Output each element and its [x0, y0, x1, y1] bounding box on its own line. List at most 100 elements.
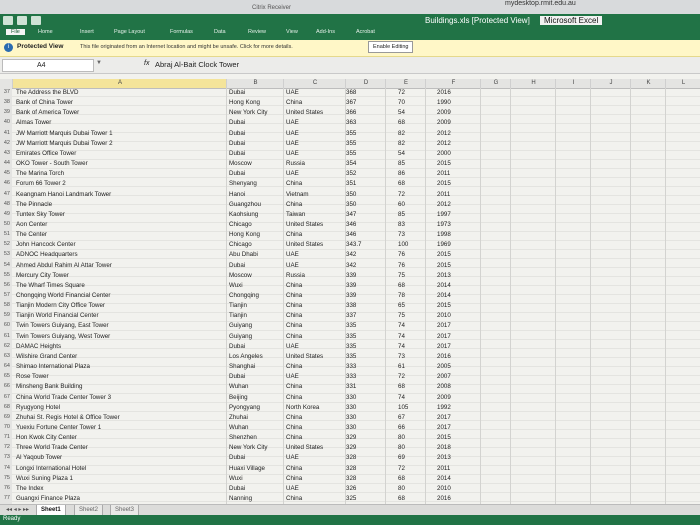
cell-city[interactable]: Dubai — [229, 261, 245, 270]
cell-floors[interactable]: 54 — [398, 149, 405, 158]
cell-floors[interactable]: 78 — [398, 291, 405, 300]
cell-height[interactable]: 350 — [346, 200, 356, 209]
cell-floors[interactable]: 85 — [398, 210, 405, 219]
cell-name[interactable]: Emirates Office Tower — [16, 149, 76, 158]
cell-city[interactable]: Chicago — [229, 220, 252, 229]
table-row[interactable]: 58 Tianjin Modern City Office Tower Tianji… — [0, 301, 700, 310]
cell-year[interactable]: 2015 — [437, 301, 451, 310]
cell-floors[interactable]: 66 — [398, 423, 405, 432]
table-row[interactable]: 55 Mercury City Tower Moscow Russia 339 75 201… — [0, 271, 700, 280]
cell-city[interactable]: Beijing — [229, 393, 248, 402]
cell-floors[interactable]: 76 — [398, 250, 405, 259]
cell-city[interactable]: Dubai — [229, 149, 245, 158]
cell-height[interactable]: 329 — [346, 433, 356, 442]
cell-city[interactable]: Shenyang — [229, 179, 257, 188]
cell-country[interactable]: China — [286, 413, 302, 422]
cell-height[interactable]: 343.7 — [346, 240, 361, 249]
cell-floors[interactable]: 67 — [398, 413, 405, 422]
cell-country[interactable]: UAE — [286, 139, 299, 148]
cell-name[interactable]: Shimao International Plaza — [16, 362, 90, 371]
cell-height[interactable]: 339 — [346, 291, 356, 300]
cell-country[interactable]: UAE — [286, 169, 299, 178]
cell-year[interactable]: 2017 — [437, 413, 451, 422]
table-row[interactable]: 73 Al Yaqoub Tower Dubai UAE 328 69 2013 — [0, 453, 700, 462]
table-row[interactable]: 61 Twin Towers Guiyang, West Tower Guiyang… — [0, 332, 700, 341]
cell-city[interactable]: Dubai — [229, 169, 245, 178]
cell-year[interactable]: 1998 — [437, 230, 451, 239]
cell-city[interactable]: Wuxi — [229, 281, 243, 290]
tab-page-layout[interactable]: Page Layout — [114, 29, 145, 35]
tab-view[interactable]: View — [286, 29, 298, 35]
cell-name[interactable]: Rose Tower — [16, 372, 49, 381]
column-header-h[interactable]: H — [510, 79, 556, 88]
cell-city[interactable]: Dubai — [229, 372, 245, 381]
cell-floors[interactable]: 83 — [398, 220, 405, 229]
cell-name[interactable]: Forum 66 Tower 2 — [16, 179, 66, 188]
cell-height[interactable]: 335 — [346, 332, 356, 341]
cell-floors[interactable]: 74 — [398, 393, 405, 402]
cell-floors[interactable]: 100 — [398, 240, 408, 249]
cell-height[interactable]: 328 — [346, 464, 356, 473]
tab-file[interactable]: File — [6, 29, 25, 35]
column-header-a[interactable]: A — [12, 79, 227, 88]
cell-name[interactable]: Aon Center — [16, 220, 47, 229]
cell-floors[interactable]: 68 — [398, 494, 405, 503]
cell-height[interactable]: 354 — [346, 159, 356, 168]
cell-country[interactable]: UAE — [286, 149, 299, 158]
cell-height[interactable]: 333 — [346, 362, 356, 371]
cell-name[interactable]: Zhuhai St. Regis Hotel & Office Tower — [16, 413, 120, 422]
cell-year[interactable]: 1990 — [437, 98, 451, 107]
cell-name[interactable]: The Wharf Times Square — [16, 281, 85, 290]
table-row[interactable]: 56 The Wharf Times Square Wuxi China 339 68 20… — [0, 281, 700, 290]
cell-name[interactable]: Minsheng Bank Building — [16, 382, 82, 391]
cell-country[interactable]: China — [286, 332, 302, 341]
cell-height[interactable]: 328 — [346, 453, 356, 462]
cell-year[interactable]: 1997 — [437, 210, 451, 219]
cell-height[interactable]: 342 — [346, 261, 356, 270]
cell-country[interactable]: UAE — [286, 118, 299, 127]
cell-country[interactable]: United States — [286, 443, 323, 452]
table-row[interactable]: 62 DAMAC Heights Dubai UAE 335 74 2017 — [0, 342, 700, 351]
cell-name[interactable]: Mercury City Tower — [16, 271, 69, 280]
cell-country[interactable]: Vietnam — [286, 190, 309, 199]
cell-floors[interactable]: 68 — [398, 474, 405, 483]
cell-country[interactable]: China — [286, 494, 302, 503]
table-row[interactable]: 47 Keangnam Hanoi Landmark Tower Hanoi Viet… — [0, 190, 700, 199]
cell-name[interactable]: Hon Kwok City Center — [16, 433, 77, 442]
citrix-button[interactable]: Citrix Receiver — [252, 5, 291, 11]
cell-year[interactable]: 2009 — [437, 108, 451, 117]
cell-floors[interactable]: 68 — [398, 179, 405, 188]
cell-city[interactable]: Kaohsiung — [229, 210, 258, 219]
cell-country[interactable]: United States — [286, 352, 323, 361]
table-row[interactable]: 75 Wuxi Suning Plaza 1 Wuxi China 328 68 2014 — [0, 474, 700, 483]
cell-year[interactable]: 2014 — [437, 474, 451, 483]
cell-floors[interactable]: 75 — [398, 311, 405, 320]
cell-height[interactable]: 355 — [346, 139, 356, 148]
cell-year[interactable]: 2005 — [437, 362, 451, 371]
column-header-l[interactable]: L — [665, 79, 700, 88]
cell-floors[interactable]: 68 — [398, 118, 405, 127]
cell-country[interactable]: China — [286, 433, 302, 442]
cell-height[interactable]: 352 — [346, 169, 356, 178]
cell-floors[interactable]: 82 — [398, 139, 405, 148]
cell-height[interactable]: 331 — [346, 382, 356, 391]
cell-floors[interactable]: 74 — [398, 332, 405, 341]
cell-floors[interactable]: 54 — [398, 108, 405, 117]
table-row[interactable]: 72 Three World Trade Center New York City U… — [0, 443, 700, 452]
cell-floors[interactable]: 73 — [398, 352, 405, 361]
cell-floors[interactable]: 61 — [398, 362, 405, 371]
cell-year[interactable]: 2011 — [437, 190, 450, 199]
cell-city[interactable]: Los Angeles — [229, 352, 263, 361]
cell-country[interactable]: Russia — [286, 159, 305, 168]
cell-floors[interactable]: 72 — [398, 190, 405, 199]
cell-name[interactable]: Tianjin World Financial Center — [16, 311, 99, 320]
cell-height[interactable]: 351 — [346, 179, 356, 188]
cell-name[interactable]: Guangxi Finance Plaza — [16, 494, 80, 503]
cell-name[interactable]: Longxi International Hotel — [16, 464, 86, 473]
table-row[interactable]: 42 JW Marriott Marquis Dubai Tower 2 Dubai… — [0, 139, 700, 148]
cell-name[interactable]: ADNOC Headquarters — [16, 250, 78, 259]
table-row[interactable]: 69 Zhuhai St. Regis Hotel & Office Tower Z… — [0, 413, 700, 422]
cell-city[interactable]: Dubai — [229, 342, 245, 351]
cell-country[interactable]: UAE — [286, 88, 299, 97]
table-row[interactable]: 49 Tuntex Sky Tower Kaohsiung Taiwan 347 85 19… — [0, 210, 700, 219]
